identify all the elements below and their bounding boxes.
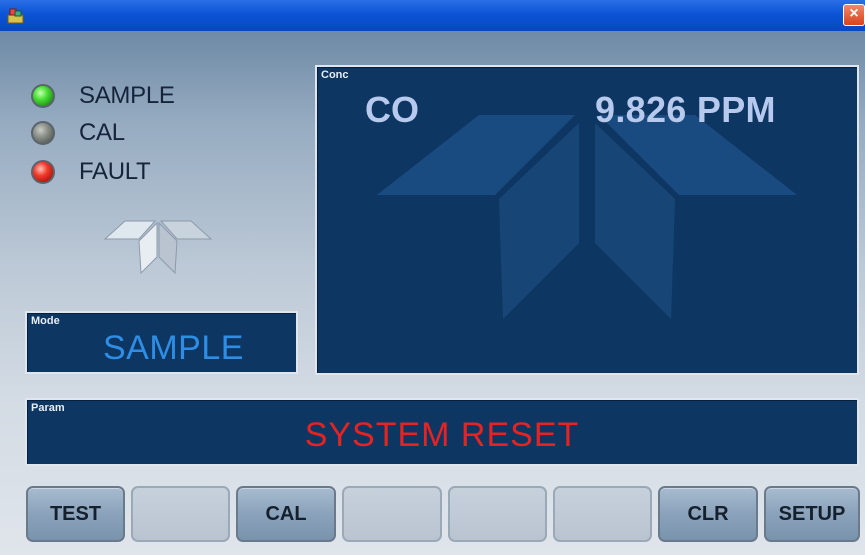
- status-fault: FAULT: [31, 158, 151, 186]
- title-bar[interactable]: ×: [0, 0, 865, 31]
- function-button-6[interactable]: [553, 486, 652, 542]
- setup-button[interactable]: SETUP: [764, 486, 860, 542]
- param-label: Param: [31, 402, 65, 414]
- app-window-icon: [7, 8, 24, 24]
- concentration-panel: Conc CO 9.826 PPM: [315, 65, 859, 375]
- gas-name: CO: [365, 89, 419, 130]
- fault-led-label: FAULT: [79, 158, 151, 185]
- sample-led-label: SAMPLE: [79, 82, 175, 109]
- status-sample: SAMPLE: [31, 82, 175, 110]
- status-cal: CAL: [31, 119, 125, 147]
- mode-panel: Mode SAMPLE: [25, 311, 298, 374]
- cal-led-icon: [31, 121, 55, 145]
- sample-led-icon: [31, 84, 55, 108]
- fault-led-icon: [31, 160, 55, 184]
- mode-label: Mode: [31, 315, 60, 327]
- param-panel: Param SYSTEM RESET: [25, 398, 859, 466]
- function-button-4[interactable]: [342, 486, 442, 542]
- close-button[interactable]: ×: [843, 4, 865, 26]
- function-button-5[interactable]: [448, 486, 547, 542]
- cal-led-label: CAL: [79, 119, 125, 146]
- function-button-2[interactable]: [131, 486, 230, 542]
- analyzer-window: × SAMPLE CAL FAULT Conc CO 9.826 PPM Mod…: [0, 0, 865, 555]
- mode-value: SAMPLE: [103, 329, 244, 367]
- clr-button[interactable]: CLR: [658, 486, 758, 542]
- cal-button[interactable]: CAL: [236, 486, 336, 542]
- teledyne-logo-icon: [103, 220, 213, 275]
- param-message: SYSTEM RESET: [304, 416, 580, 454]
- concentration-value: 9.826 PPM: [595, 89, 776, 130]
- conc-label: Conc: [321, 69, 349, 81]
- test-button[interactable]: TEST: [26, 486, 125, 542]
